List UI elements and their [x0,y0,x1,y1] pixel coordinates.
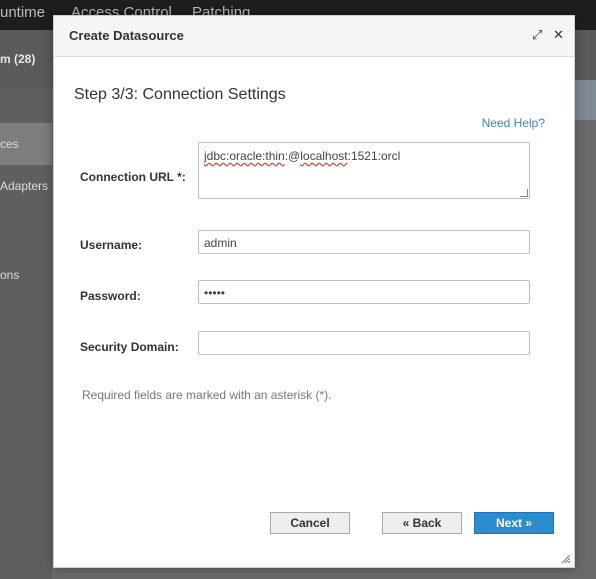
next-button[interactable]: Next » [474,512,554,534]
back-button[interactable]: « Back [382,512,462,534]
url-part-sid: orcl [380,149,401,163]
nav-runtime[interactable]: untime [0,4,45,21]
cancel-button[interactable]: Cancel [270,512,350,534]
app-right-panel [572,80,596,120]
password-label: Password: [80,289,141,303]
app-sidebar: ces Adapters ons [0,88,52,579]
dialog-resize-icon[interactable] [561,554,571,564]
sidebar-item-adapters[interactable]: Adapters [0,179,48,193]
url-part-port: :1521: [347,149,381,163]
resize-grip-icon[interactable] [520,189,528,197]
connection-url-field[interactable]: jdbc:oracle:thin:@localhost:1521:orcl [198,142,530,199]
url-part-protocol: jdbc:oracle:thin [204,149,285,163]
sidebar-item-datasources[interactable]: ces [0,123,52,165]
create-datasource-dialog: Create Datasource ⤢ ✕ Step 3/3: Connecti… [53,15,575,568]
step-title: Step 3/3: Connection Settings [74,86,286,103]
security-domain-label: Security Domain: [80,340,179,354]
dialog-header: Create Datasource ⤢ ✕ [54,16,574,57]
required-fields-note: Required fields are marked with an aster… [82,388,332,402]
expand-icon[interactable]: ⤢ [532,27,542,43]
close-icon[interactable]: ✕ [553,27,564,43]
url-part-sep: :@ [284,149,301,163]
username-label: Username: [80,238,143,252]
security-domain-field[interactable] [198,331,530,355]
dialog-title: Create Datasource [69,28,184,43]
url-part-host: localhost [300,149,348,163]
breadcrumb: m (28) [0,52,36,66]
password-field[interactable]: ••••• [198,280,530,304]
sidebar-item-extensions[interactable]: ons [0,268,19,282]
username-field[interactable]: admin [198,230,530,254]
need-help-link[interactable]: Need Help? [482,116,545,130]
connection-url-label: Connection URL *: [80,170,186,184]
